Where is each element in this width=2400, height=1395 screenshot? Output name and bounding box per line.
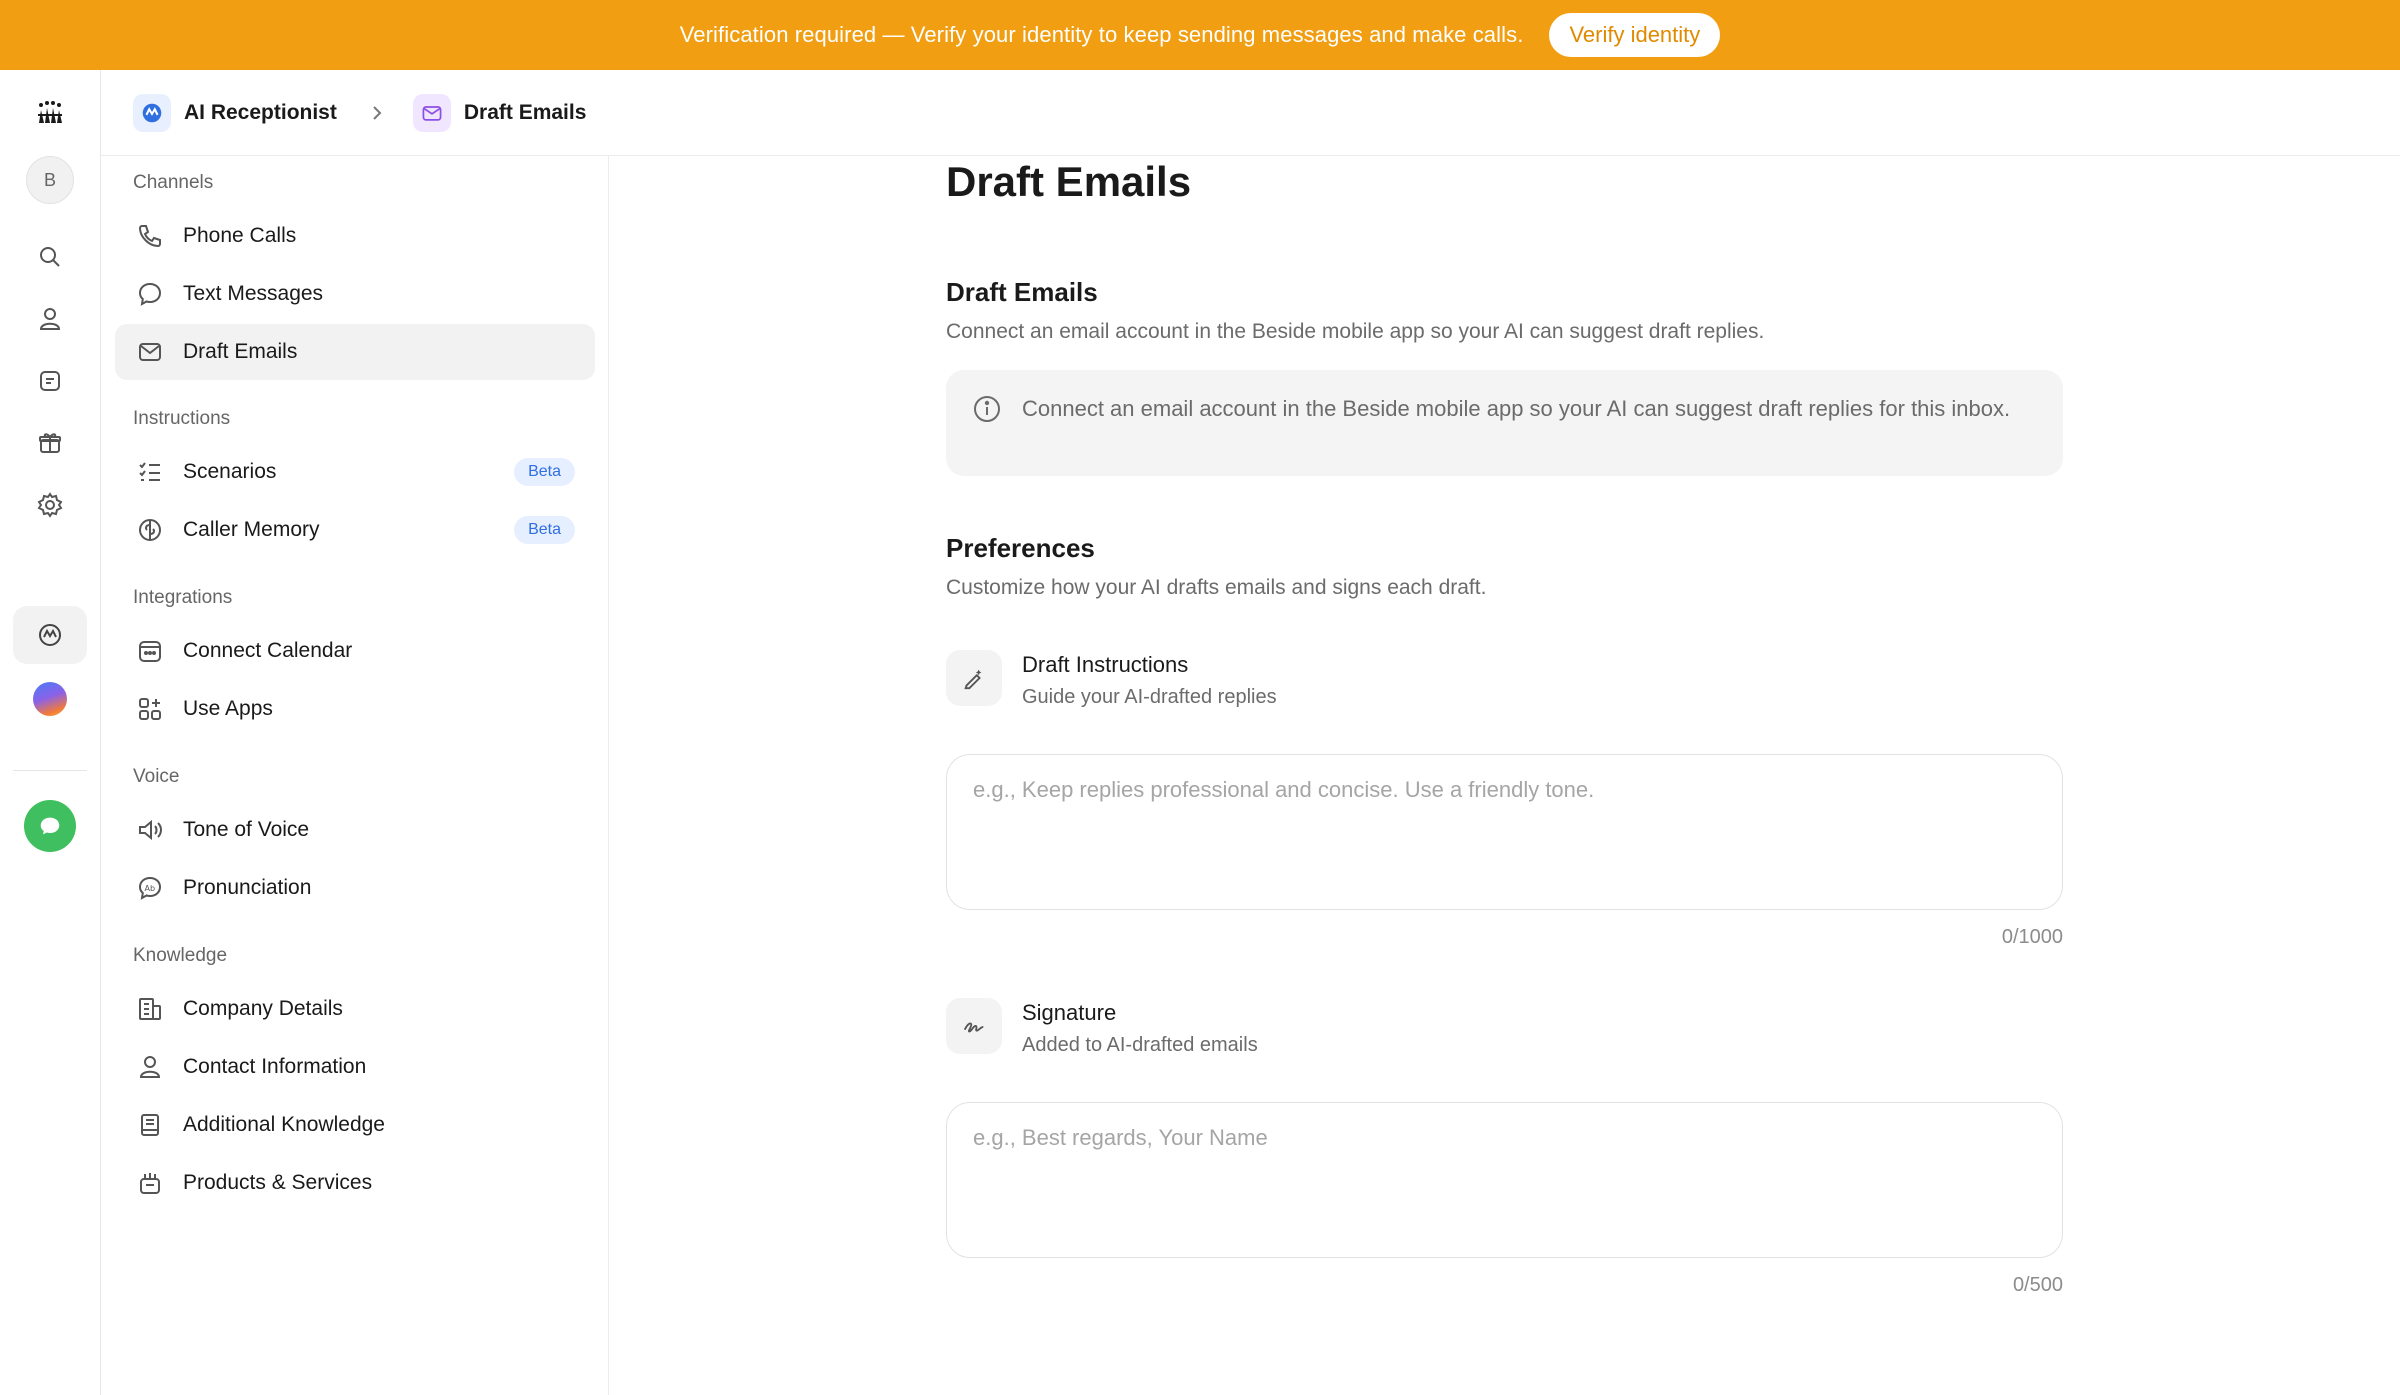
draft-instructions-counter: 0/1000 — [2001, 926, 2063, 948]
brain-icon — [135, 515, 165, 545]
nav-section-voice: Voice — [133, 766, 180, 787]
sidebar-item-additional-knowledge[interactable]: Additional Knowledge — [115, 1097, 595, 1153]
notes-icon[interactable] — [25, 356, 75, 406]
signature-title: Signature — [1022, 1000, 1117, 1025]
speaker-icon — [135, 815, 165, 845]
sidebar-item-phone-calls[interactable]: Phone Calls — [115, 208, 595, 264]
ai-receptionist-rail-item[interactable] — [13, 606, 87, 664]
signature-input[interactable] — [946, 1102, 2063, 1258]
sidebar-item-label: Connect Calendar — [183, 639, 353, 662]
sidebar-item-label: Caller Memory — [183, 518, 320, 541]
sidebar-item-scenarios[interactable]: Scenarios Beta — [115, 444, 595, 500]
rail-divider — [13, 770, 87, 771]
sidebar-item-products-services[interactable]: Products & Services — [115, 1155, 595, 1211]
sidebar-item-tone-of-voice[interactable]: Tone of Voice — [115, 802, 595, 858]
signature-counter: 0/500 — [2012, 1274, 2063, 1296]
svg-text:Ab: Ab — [145, 884, 156, 893]
building-icon — [135, 994, 165, 1024]
sidebar-item-label: Text Messages — [183, 282, 324, 305]
contacts-icon[interactable] — [25, 294, 75, 344]
nav-section-integrations: Integrations — [133, 587, 233, 608]
nav-section-knowledge: Knowledge — [133, 945, 228, 966]
sidebar-item-label: Contact Information — [183, 1055, 367, 1078]
section-title-preferences: Preferences — [946, 533, 1095, 563]
sidebar-item-label: Scenarios — [183, 460, 277, 483]
gift-icon[interactable] — [25, 418, 75, 468]
info-callout: Connect an email account in the Beside m… — [946, 370, 2063, 476]
section-description: Connect an email account in the Beside m… — [946, 320, 1765, 343]
sidebar-item-label: Use Apps — [183, 697, 273, 720]
pronunciation-icon: Ab — [135, 873, 165, 903]
nav-section-instructions: Instructions — [133, 408, 231, 429]
sidebar-item-label: Phone Calls — [183, 224, 297, 247]
nav-section-channels: Channels — [133, 172, 214, 193]
sidebar-item-caller-memory[interactable]: Caller Memory Beta — [115, 502, 595, 558]
banner-text: Verification required — Verify your iden… — [679, 22, 1524, 47]
message-bubble-icon — [135, 279, 165, 309]
info-icon — [974, 396, 1000, 422]
products-icon — [135, 1168, 165, 1198]
sidebar-item-draft-emails[interactable]: Draft Emails — [115, 324, 595, 380]
sidebar-item-text-messages[interactable]: Text Messages — [115, 266, 595, 322]
breadcrumb-label: AI Receptionist — [184, 100, 337, 124]
sidebar-item-company-details[interactable]: Company Details — [115, 981, 595, 1037]
signature-header: Signature Added to AI-drafted emails — [946, 998, 1258, 1057]
section-title-draft-emails: Draft Emails — [946, 277, 1098, 307]
search-icon[interactable] — [25, 232, 75, 282]
icon-rail: B — [0, 70, 101, 1395]
sidebar-item-label: Tone of Voice — [183, 818, 310, 841]
draft-instructions-input[interactable] — [946, 754, 2063, 910]
sidebar-item-label: Pronunciation — [183, 876, 312, 899]
phone-icon — [135, 221, 165, 251]
section-description: Customize how your AI drafts emails and … — [946, 576, 1487, 599]
settings-sidebar: Channels Phone Calls Text Messages Draft… — [101, 156, 609, 1395]
verification-banner: Verification required — Verify your iden… — [0, 0, 2400, 70]
draft-instructions-title: Draft Instructions — [1022, 652, 1189, 677]
apps-grid-icon — [135, 694, 165, 724]
settings-icon[interactable] — [25, 480, 75, 530]
breadcrumb-ai-receptionist[interactable]: AI Receptionist — [133, 93, 337, 132]
magic-pen-icon — [946, 650, 1002, 706]
main-content: Draft Emails Draft Emails Connect an ema… — [609, 156, 2400, 1395]
sidebar-item-label: Products & Services — [183, 1171, 373, 1194]
sidebar-item-use-apps[interactable]: Use Apps — [115, 681, 595, 737]
page-title: Draft Emails — [946, 158, 1192, 205]
breadcrumb-label: Draft Emails — [463, 100, 587, 124]
avatar[interactable]: B — [26, 156, 74, 204]
mail-icon — [135, 337, 165, 367]
app-logo-icon[interactable] — [25, 88, 75, 138]
info-text: Connect an email account in the Beside m… — [1022, 396, 2011, 421]
signature-icon — [946, 998, 1002, 1054]
person-icon — [135, 1052, 165, 1082]
sidebar-item-label: Draft Emails — [183, 340, 298, 363]
checklist-icon — [135, 457, 165, 487]
calendar-icon — [135, 636, 165, 666]
ai-receptionist-icon — [133, 93, 171, 132]
gradient-orb-icon[interactable] — [33, 682, 67, 716]
book-icon — [135, 1110, 165, 1140]
sidebar-item-label: Company Details — [183, 997, 343, 1020]
signature-subtitle: Added to AI-drafted emails — [1022, 1034, 1258, 1056]
draft-instructions-subtitle: Guide your AI-drafted replies — [1022, 686, 1277, 708]
sidebar-item-pronunciation[interactable]: Ab Pronunciation — [115, 860, 595, 916]
sidebar-item-connect-calendar[interactable]: Connect Calendar — [115, 623, 595, 679]
chevron-right-icon — [369, 105, 385, 121]
ai-receptionist-icon — [39, 624, 61, 646]
beta-badge: Beta — [514, 516, 575, 544]
mail-icon — [412, 93, 451, 132]
sidebar-item-label: Additional Knowledge — [183, 1113, 385, 1136]
chat-icon[interactable] — [24, 800, 76, 852]
breadcrumb: AI Receptionist Draft Emails — [101, 70, 2400, 156]
sidebar-item-contact-information[interactable]: Contact Information — [115, 1039, 595, 1095]
beta-badge: Beta — [514, 458, 575, 486]
breadcrumb-draft-emails[interactable]: Draft Emails — [412, 93, 587, 132]
verify-identity-button[interactable]: Verify identity — [1549, 13, 1721, 57]
draft-instructions-header: Draft Instructions Guide your AI-drafted… — [946, 650, 1277, 709]
